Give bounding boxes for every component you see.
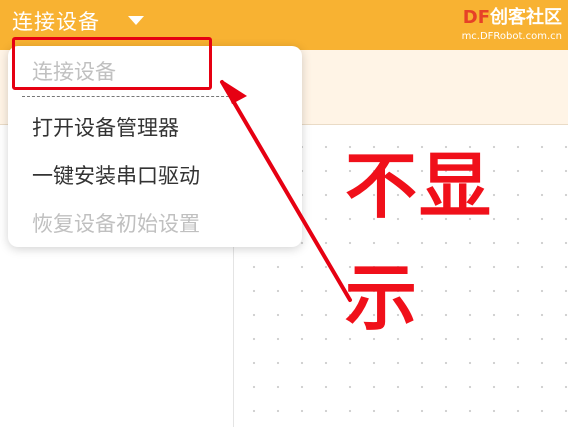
annotation-text-line2: 示: [345, 256, 418, 340]
annotation-text-line1: 不显: [345, 144, 494, 228]
